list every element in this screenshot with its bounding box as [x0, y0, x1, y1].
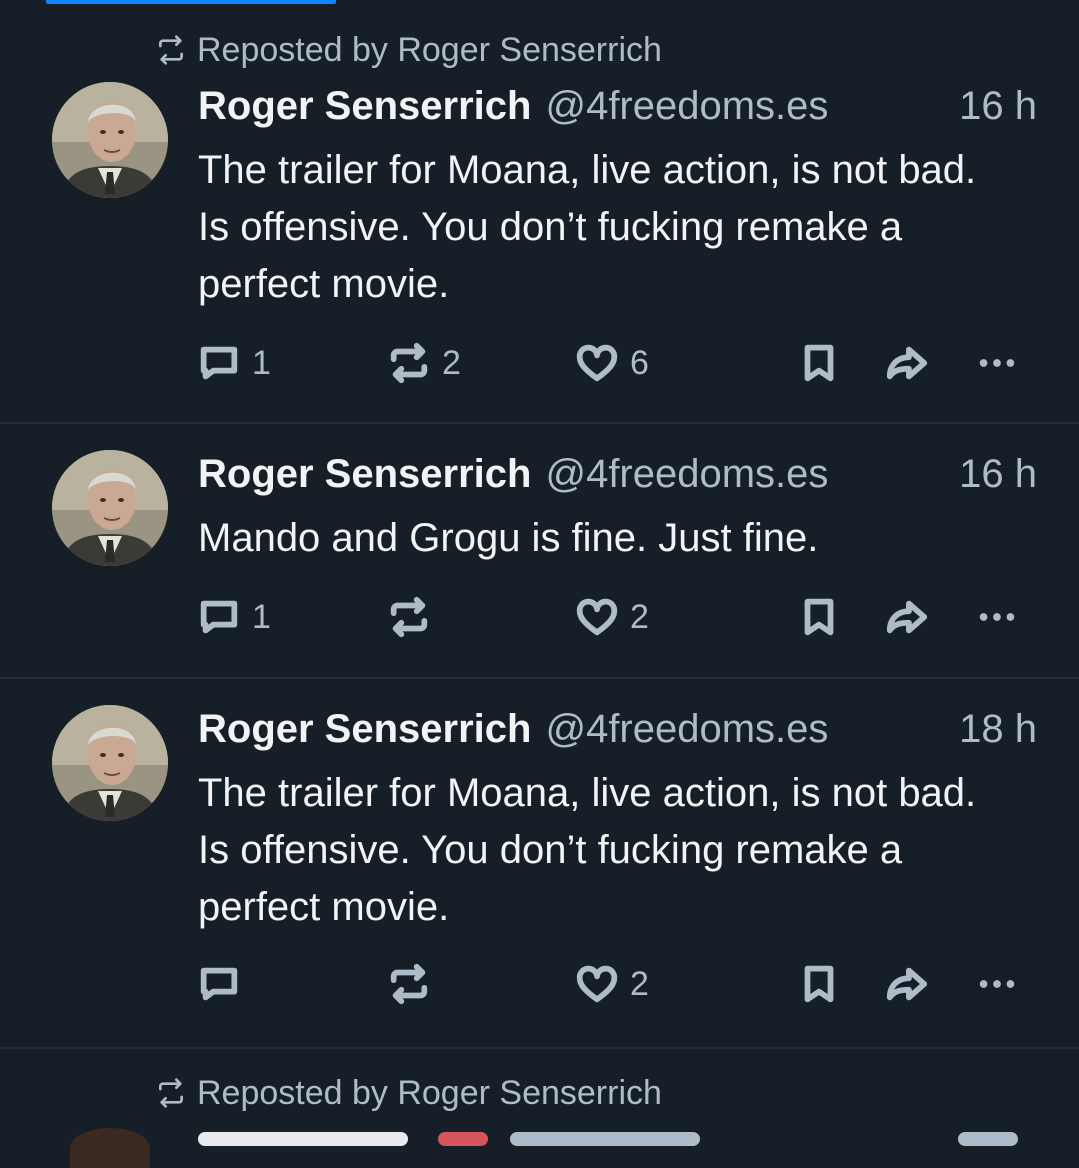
avatar-photo	[52, 705, 168, 821]
post-header-peek	[198, 1128, 1018, 1148]
more-options-button[interactable]	[974, 592, 1020, 642]
avatar-photo	[52, 450, 168, 566]
more-icon	[979, 980, 1015, 988]
bookmark-icon	[804, 598, 834, 636]
reply-icon	[200, 346, 238, 380]
post-actions: 1 2	[196, 592, 1039, 642]
reply-count: 1	[252, 597, 271, 636]
more-icon	[979, 359, 1015, 367]
post-text: The trailer for Moana, live action, is n…	[198, 771, 977, 929]
avatar[interactable]	[52, 450, 168, 566]
author-handle[interactable]: @4freedoms.es	[545, 707, 828, 752]
like-count: 6	[630, 343, 649, 382]
share-button[interactable]	[884, 338, 930, 388]
like-icon	[576, 344, 618, 382]
share-icon	[886, 967, 928, 1001]
bookmark-icon	[804, 965, 834, 1003]
reply-button[interactable]: 1	[196, 592, 271, 642]
like-count: 2	[630, 964, 649, 1003]
feed-post[interactable]: Roger Senserrich @4freedoms.es 18 h The …	[0, 679, 1079, 1049]
bookmark-button[interactable]	[796, 592, 842, 642]
reply-button[interactable]	[196, 959, 252, 1009]
bookmark-button[interactable]	[796, 338, 842, 388]
like-count: 2	[630, 597, 649, 636]
repost-icon	[390, 342, 428, 384]
post-text: The trailer for Moana, live action, is n…	[198, 148, 977, 306]
repost-context[interactable]: Reposted by Roger Senserrich	[155, 1073, 662, 1113]
bookmark-button[interactable]	[796, 959, 842, 1009]
share-icon	[886, 600, 928, 634]
post-timestamp[interactable]: 16 h	[959, 84, 1037, 129]
author-handle[interactable]: @4freedoms.es	[545, 84, 828, 129]
repost-label: Reposted by Roger Senserrich	[197, 1073, 662, 1112]
post-text: Mando and Grogu is fine. Just fine.	[198, 516, 819, 560]
like-button[interactable]: 2	[574, 592, 649, 642]
more-options-button[interactable]	[974, 959, 1020, 1009]
like-button[interactable]: 6	[574, 338, 649, 388]
reply-icon	[200, 967, 238, 1001]
repost-count: 2	[442, 343, 461, 382]
like-button[interactable]: 2	[574, 959, 649, 1009]
post-timestamp[interactable]: 16 h	[959, 452, 1037, 497]
author-name[interactable]: Roger Senserrich	[198, 707, 531, 752]
post-actions: 2	[196, 959, 1039, 1009]
feed-post[interactable]: Reposted by Roger Senserrich Roger Sense…	[0, 4, 1079, 424]
share-icon	[886, 346, 928, 380]
repost-context[interactable]: Reposted by Roger Senserrich	[155, 30, 662, 70]
more-icon	[979, 613, 1015, 621]
post-header: Roger Senserrich @4freedoms.es 16 h	[198, 84, 1037, 134]
author-name[interactable]: Roger Senserrich	[198, 84, 531, 129]
share-button[interactable]	[884, 959, 930, 1009]
repost-icon	[159, 35, 183, 65]
avatar[interactable]	[52, 82, 168, 198]
repost-icon	[390, 963, 428, 1005]
bookmark-icon	[804, 344, 834, 382]
feed: Reposted by Roger Senserrich Roger Sense…	[0, 4, 1079, 1149]
like-icon	[576, 965, 618, 1003]
avatar[interactable]	[52, 705, 168, 821]
repost-icon	[390, 596, 428, 638]
reply-button[interactable]: 1	[196, 338, 271, 388]
reply-count: 1	[252, 343, 271, 382]
repost-button[interactable]: 2	[386, 338, 461, 388]
post-header: Roger Senserrich @4freedoms.es 18 h	[198, 707, 1037, 757]
post-header: Roger Senserrich @4freedoms.es 16 h	[198, 452, 1037, 502]
post-actions: 1 2 6	[196, 338, 1039, 388]
repost-label: Reposted by Roger Senserrich	[197, 30, 662, 69]
post-timestamp[interactable]: 18 h	[959, 707, 1037, 752]
like-icon	[576, 598, 618, 636]
more-options-button[interactable]	[974, 338, 1020, 388]
author-name[interactable]: Roger Senserrich	[198, 452, 531, 497]
feed-post[interactable]: Roger Senserrich @4freedoms.es 16 h Mand…	[0, 424, 1079, 679]
repost-button[interactable]	[386, 592, 442, 642]
share-button[interactable]	[884, 592, 930, 642]
avatar-photo	[52, 82, 168, 198]
repost-button[interactable]	[386, 959, 442, 1009]
avatar[interactable]	[70, 1128, 150, 1168]
repost-icon	[159, 1078, 183, 1108]
reply-icon	[200, 600, 238, 634]
author-handle[interactable]: @4freedoms.es	[545, 452, 828, 497]
